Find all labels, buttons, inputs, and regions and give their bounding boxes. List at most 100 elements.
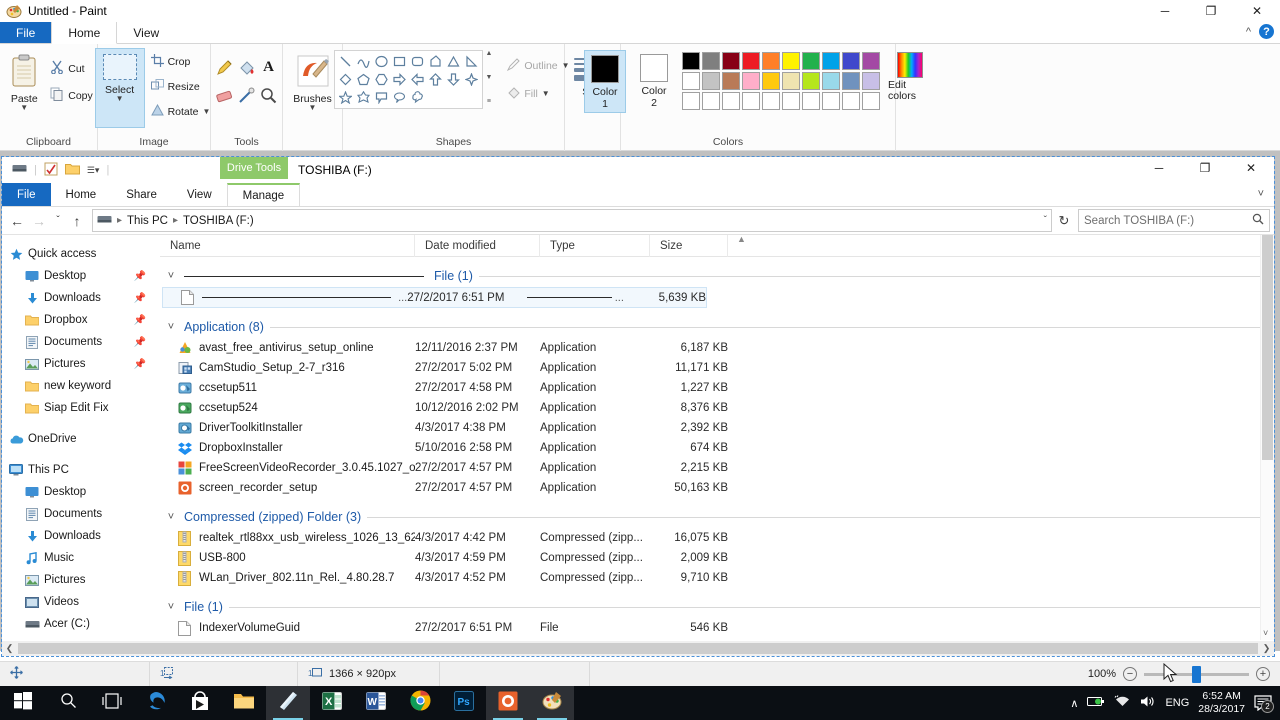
column-header-date-modified[interactable]: Date modified bbox=[415, 234, 540, 257]
horizontal-scrollbar[interactable]: ❮ ❯ bbox=[2, 641, 1274, 656]
shape-right-triangle-icon[interactable] bbox=[463, 53, 480, 70]
paint-tab-file[interactable]: File bbox=[0, 22, 52, 43]
explorer-close-button[interactable]: ✕ bbox=[1228, 157, 1274, 179]
breadcrumb[interactable]: ▸ This PC ▸ TOSHIBA (F:) ˇ bbox=[92, 209, 1052, 232]
resize-button[interactable]: Resize bbox=[148, 77, 214, 97]
palette-swatch[interactable] bbox=[682, 72, 700, 90]
explorer-titlebar[interactable]: | ☰▾ | Drive Tools TOSHIBA (F:) ─ ❐ ✕ bbox=[2, 157, 1274, 183]
color2-button[interactable]: Color 2 bbox=[634, 50, 674, 111]
palette-swatch[interactable] bbox=[722, 72, 740, 90]
table-row[interactable]: screen_recorder_setup 27/2/2017 4:57 PM … bbox=[160, 478, 1274, 498]
paint-minimize-button[interactable]: ─ bbox=[1142, 0, 1188, 22]
palette-swatch[interactable] bbox=[802, 52, 820, 70]
search-input[interactable]: Search TOSHIBA (F:) bbox=[1078, 209, 1270, 232]
word-button[interactable]: W bbox=[354, 686, 398, 720]
group-header-file-1[interactable]: ˅ File (1) bbox=[160, 265, 1274, 287]
palette-swatch[interactable] bbox=[782, 92, 800, 110]
language-indicator[interactable]: ENG bbox=[1165, 697, 1189, 709]
pin-icon[interactable]: 📌 bbox=[134, 271, 146, 282]
explorer-tab-file[interactable]: File bbox=[2, 183, 51, 206]
palette-swatch[interactable] bbox=[702, 92, 720, 110]
fill-button[interactable]: Fill ▼ bbox=[504, 84, 572, 104]
group-header-application[interactable]: ˅ Application (8) bbox=[160, 316, 1274, 338]
color-palette[interactable] bbox=[682, 52, 880, 110]
crop-button[interactable]: Crop bbox=[148, 52, 214, 72]
table-row[interactable]: ... 27/2/2017 6:51 PM ... 5,639 KB bbox=[162, 287, 707, 308]
shape-rounded-rectangle-icon[interactable] bbox=[409, 53, 426, 70]
table-row[interactable]: USB-800 4/3/2017 4:59 PM Compressed (zip… bbox=[160, 548, 1274, 568]
drive-tools-contextual-tab[interactable]: Drive Tools bbox=[220, 157, 288, 179]
shape-diamond-icon[interactable] bbox=[337, 71, 354, 88]
shape-right-arrow-icon[interactable] bbox=[391, 71, 408, 88]
search-button[interactable] bbox=[46, 686, 90, 720]
nav-item-videos[interactable]: Videos bbox=[2, 591, 160, 613]
chevron-down-icon[interactable]: ▼ bbox=[116, 95, 124, 103]
start-button[interactable] bbox=[0, 686, 46, 720]
palette-swatch[interactable] bbox=[762, 52, 780, 70]
nav-item-new-keyword[interactable]: new keyword bbox=[2, 375, 160, 397]
address-dropdown-icon[interactable]: ˇ bbox=[1044, 215, 1047, 226]
pin-icon[interactable]: 📌 bbox=[134, 337, 146, 348]
color-picker-icon[interactable] bbox=[237, 82, 257, 108]
paint-button[interactable] bbox=[530, 686, 574, 720]
pin-icon[interactable]: 📌 bbox=[134, 315, 146, 326]
paint-titlebar[interactable]: Untitled - Paint ─ ❐ ✕ bbox=[0, 0, 1280, 22]
edit-colors-button[interactable]: Edit colors bbox=[888, 52, 932, 102]
chevron-down-icon[interactable]: ˅ bbox=[164, 511, 178, 523]
nav-item-pc-pictures[interactable]: Pictures bbox=[2, 569, 160, 591]
navigation-pane[interactable]: Quick access Desktop 📌 Downloads 📌 Dropb… bbox=[2, 235, 160, 640]
shapes-scroll-up-icon[interactable]: ▲ bbox=[485, 50, 492, 57]
shape-oval-callout-icon[interactable] bbox=[391, 89, 408, 106]
nav-item-this-pc[interactable]: This PC bbox=[2, 459, 160, 481]
palette-swatch[interactable] bbox=[742, 52, 760, 70]
file-list-pane[interactable]: Name Date modified Type Size ▲ ˅ File (1… bbox=[160, 234, 1274, 640]
explorer-tab-share[interactable]: Share bbox=[111, 183, 172, 206]
table-row[interactable]: DriverToolkitInstaller 4/3/2017 4:38 PM … bbox=[160, 418, 1274, 438]
paint-tab-home[interactable]: Home bbox=[51, 22, 118, 44]
recorder-button[interactable] bbox=[486, 686, 530, 720]
search-icon[interactable] bbox=[1252, 213, 1264, 228]
photoshop-button[interactable]: Ps bbox=[442, 686, 486, 720]
zoom-slider[interactable] bbox=[1144, 665, 1249, 683]
explorer-tab-view[interactable]: View bbox=[172, 183, 227, 206]
table-row[interactable]: DropboxInstaller 5/10/2016 2:58 PM Appli… bbox=[160, 438, 1274, 458]
shape-triangle-icon[interactable] bbox=[445, 53, 462, 70]
column-header-type[interactable]: Type bbox=[540, 234, 650, 257]
paint-maximize-button[interactable]: ❐ bbox=[1188, 0, 1234, 22]
scroll-left-icon[interactable]: ❮ bbox=[2, 643, 17, 654]
nav-item-dropbox[interactable]: Dropbox 📌 bbox=[2, 309, 160, 331]
palette-swatch[interactable] bbox=[822, 52, 840, 70]
speaker-icon[interactable] bbox=[1140, 695, 1156, 711]
zoom-in-button[interactable]: + bbox=[1256, 667, 1270, 681]
chevron-down-icon[interactable]: ▼ bbox=[309, 104, 317, 112]
palette-swatch[interactable] bbox=[702, 52, 720, 70]
customize-quick-access-icon[interactable]: ☰▾ bbox=[87, 165, 100, 176]
fill-with-color-icon[interactable] bbox=[237, 54, 257, 80]
zoom-slider-thumb[interactable] bbox=[1192, 665, 1201, 683]
drive-icon[interactable] bbox=[12, 163, 27, 177]
column-header-size[interactable]: Size bbox=[650, 234, 728, 257]
shape-curve-icon[interactable] bbox=[355, 53, 372, 70]
nav-item-pictures[interactable]: Pictures 📌 bbox=[2, 353, 160, 375]
zoom-out-button[interactable]: − bbox=[1123, 667, 1137, 681]
palette-swatch[interactable] bbox=[862, 72, 880, 90]
palette-swatch[interactable] bbox=[842, 52, 860, 70]
reader-button[interactable] bbox=[266, 686, 310, 720]
shapes-scroll-buttons[interactable]: ▲ ▼ ≡ bbox=[483, 50, 494, 105]
store-button[interactable] bbox=[178, 686, 222, 720]
shape-left-arrow-icon[interactable] bbox=[409, 71, 426, 88]
palette-swatch[interactable] bbox=[842, 72, 860, 90]
palette-swatch[interactable] bbox=[782, 72, 800, 90]
up-button[interactable]: ↑ bbox=[66, 209, 88, 232]
table-row[interactable]: avast_free_antivirus_setup_online 12/11/… bbox=[160, 338, 1274, 358]
shape-six-point-star-icon[interactable] bbox=[355, 89, 372, 106]
rotate-button[interactable]: Rotate ▼ bbox=[148, 102, 214, 122]
table-row[interactable]: WLan_Driver_802.11n_Rel._4.80.28.7 4/3/2… bbox=[160, 568, 1274, 588]
nav-item-quick-access[interactable]: Quick access bbox=[2, 243, 160, 265]
nav-item-siap-edit-fix[interactable]: Siap Edit Fix bbox=[2, 397, 160, 419]
explorer-maximize-button[interactable]: ❐ bbox=[1182, 157, 1228, 179]
shape-four-point-star-icon[interactable] bbox=[463, 71, 480, 88]
palette-swatch[interactable] bbox=[682, 92, 700, 110]
shapes-gallery[interactable] bbox=[334, 50, 484, 109]
color1-button[interactable]: Color 1 bbox=[584, 50, 626, 113]
